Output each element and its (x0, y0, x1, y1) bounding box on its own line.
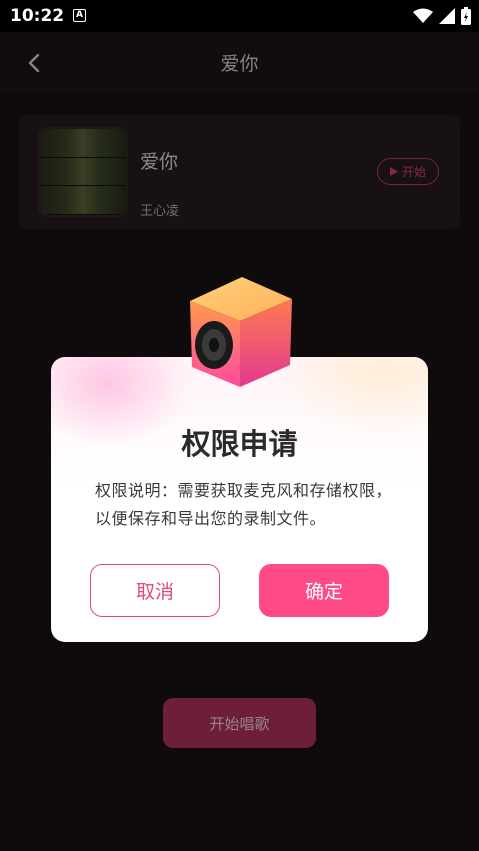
dialog-title: 权限申请 (181, 427, 298, 461)
status-time: 10:22 (10, 6, 65, 26)
signal-icon (439, 8, 455, 24)
dialog-message: 权限说明：需要获取麦克风和存储权限，以便保存和导出您的录制文件。 (95, 481, 393, 528)
wifi-icon (413, 8, 433, 23)
status-bar: 10:22 A (0, 0, 479, 32)
battery-icon (461, 7, 471, 25)
notification-a-icon: A (73, 9, 86, 22)
system-icons (413, 7, 471, 25)
cancel-button[interactable]: 取消 (90, 564, 220, 617)
confirm-button[interactable]: 确定 (259, 564, 389, 617)
permission-dialog: 权限申请 权限说明：需要获取麦克风和存储权限，以便保存和导出您的录制文件。 取消… (51, 357, 428, 642)
speaker-icon (190, 277, 292, 387)
